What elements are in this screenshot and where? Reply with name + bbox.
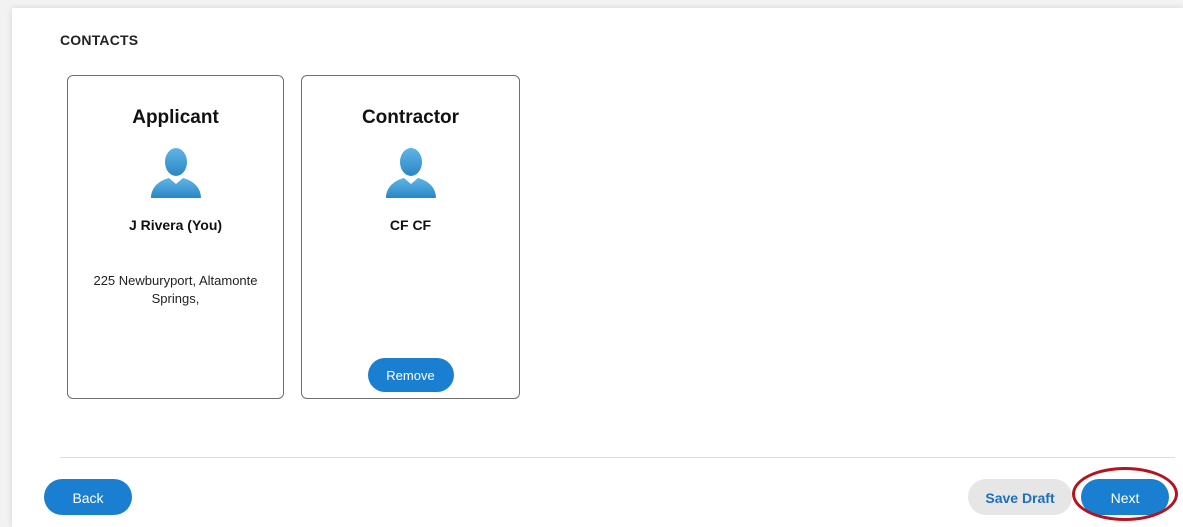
remove-contact-button[interactable]: Remove [367, 358, 454, 392]
contact-name: CF CF [389, 217, 432, 233]
contact-card-applicant: Applicant J Rivera (You) 225 Newburyport… [67, 75, 284, 399]
contact-address: 225 Newburyport, Altamonte Springs, [93, 273, 258, 306]
next-button[interactable]: Next [1081, 479, 1169, 515]
back-button[interactable]: Back [44, 479, 132, 515]
footer-divider [60, 457, 1175, 458]
contact-role: Applicant [132, 107, 219, 128]
contact-name: J Rivera (You) [128, 217, 223, 233]
contact-role: Contractor [361, 107, 460, 128]
section-title: CONTACTS [60, 32, 139, 48]
user-avatar-icon [147, 146, 205, 200]
user-avatar-icon [382, 146, 440, 200]
save-draft-button[interactable]: Save Draft [968, 479, 1072, 515]
contact-card-contractor: Contractor CF CF Remove [301, 75, 520, 399]
